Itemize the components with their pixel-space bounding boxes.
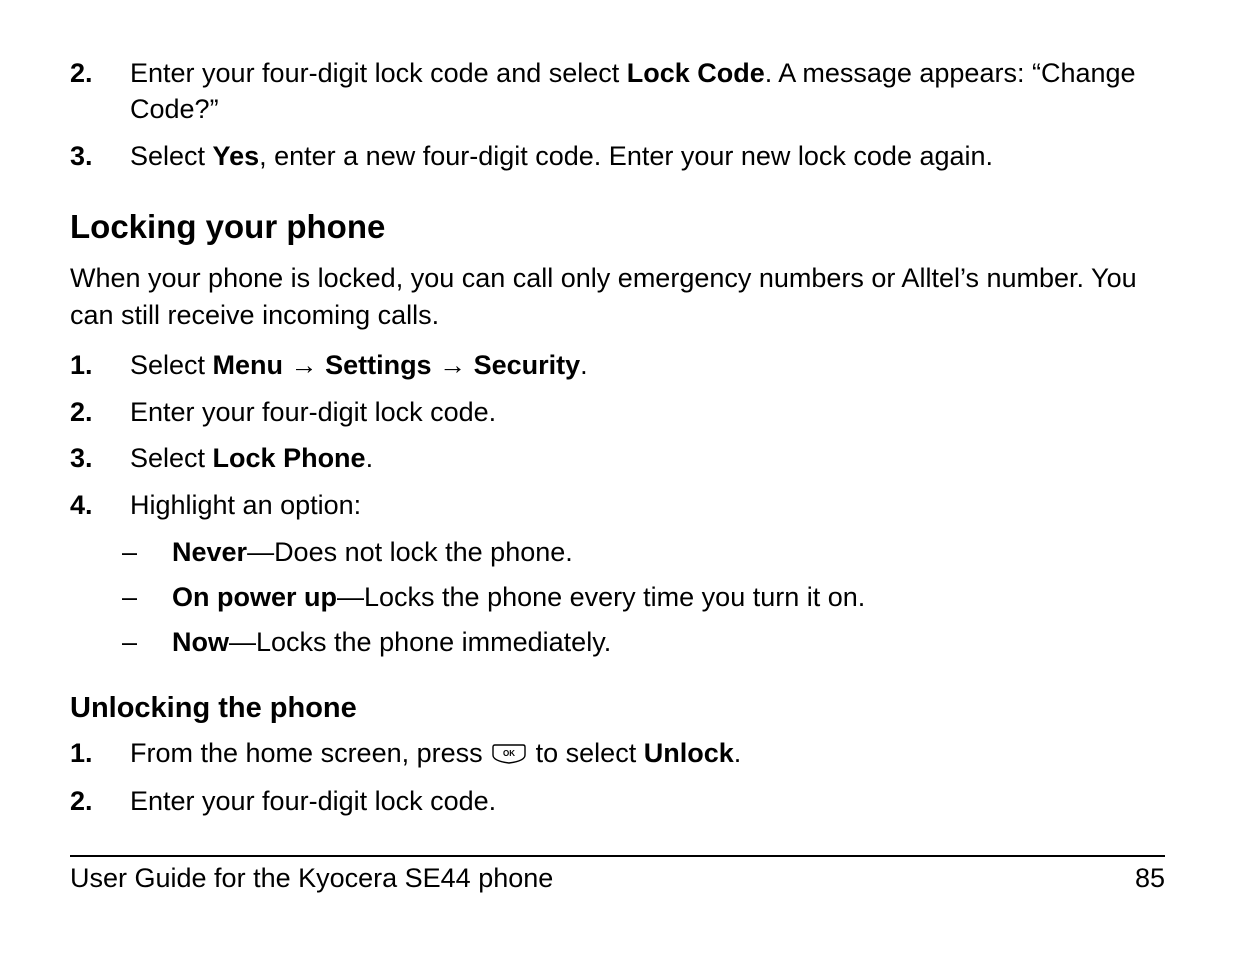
- bold-text: Now: [172, 627, 229, 657]
- list-body: Enter your four-digit lock code.: [130, 783, 1165, 819]
- list-body: Select Lock Phone.: [130, 440, 1165, 476]
- list-body: Select Yes, enter a new four-digit code.…: [130, 138, 1165, 174]
- option-sublist: – Never—Does not lock the phone. – On po…: [70, 533, 1165, 662]
- text: , enter a new four-digit code. Enter you…: [259, 141, 993, 171]
- page-number: 85: [1135, 863, 1165, 894]
- footer-line: User Guide for the Kyocera SE44 phone 85: [70, 863, 1165, 894]
- sublist-item: – Now—Locks the phone immediately.: [70, 623, 1165, 662]
- nav-item: Menu: [213, 350, 284, 380]
- list-item: 3. Select Lock Phone.: [70, 440, 1165, 476]
- list-body: Enter your four-digit lock code and sele…: [130, 55, 1165, 128]
- text: Select: [130, 350, 213, 380]
- list-number: 2.: [70, 55, 130, 128]
- section-heading-locking: Locking your phone: [70, 208, 1165, 246]
- list-item: 2. Enter your four-digit lock code.: [70, 394, 1165, 430]
- dash: –: [122, 623, 172, 662]
- arrow-icon: →: [432, 350, 474, 380]
- sublist-body: Now—Locks the phone immediately.: [172, 623, 611, 662]
- unlocking-step-list: 1. From the home screen, press OK to sel…: [70, 735, 1165, 820]
- svg-text:OK: OK: [503, 749, 515, 758]
- text: to select: [528, 738, 644, 768]
- sublist-body: On power up—Locks the phone every time y…: [172, 578, 865, 617]
- footer-rule: [70, 855, 1165, 857]
- section-intro: When your phone is locked, you can call …: [70, 260, 1165, 333]
- list-number: 1.: [70, 735, 130, 773]
- text: Highlight an option:: [130, 490, 361, 520]
- bold-text: Never: [172, 537, 247, 567]
- text: —Locks the phone immediately.: [229, 627, 611, 657]
- bold-text: Yes: [213, 141, 260, 171]
- subsection-heading-unlocking: Unlocking the phone: [70, 692, 1165, 725]
- text: —Does not lock the phone.: [247, 537, 573, 567]
- list-number: 3.: [70, 440, 130, 476]
- sublist-item: – Never—Does not lock the phone.: [70, 533, 1165, 572]
- list-item: 3. Select Yes, enter a new four-digit co…: [70, 138, 1165, 174]
- list-item: 4. Highlight an option:: [70, 487, 1165, 523]
- list-number: 3.: [70, 138, 130, 174]
- text: .: [734, 738, 742, 768]
- footer-title: User Guide for the Kyocera SE44 phone: [70, 863, 553, 894]
- bold-text: Lock Phone: [213, 443, 366, 473]
- list-item: 2. Enter your four-digit lock code.: [70, 783, 1165, 819]
- bold-text: Unlock: [644, 738, 734, 768]
- sublist-item: – On power up—Locks the phone every time…: [70, 578, 1165, 617]
- text: Select: [130, 443, 213, 473]
- list-body: Select Menu → Settings → Security.: [130, 347, 1165, 383]
- nav-item: Security: [474, 350, 581, 380]
- text: Enter your four-digit lock code and sele…: [130, 58, 627, 88]
- bold-text: On power up: [172, 582, 337, 612]
- list-item: 1. Select Menu → Settings → Security.: [70, 347, 1165, 383]
- text: From the home screen, press: [130, 738, 490, 768]
- list-body: Highlight an option:: [130, 487, 1165, 523]
- list-number: 4.: [70, 487, 130, 523]
- list-item: 2. Enter your four-digit lock code and s…: [70, 55, 1165, 128]
- list-body: From the home screen, press OK to select…: [130, 735, 1165, 773]
- nav-item: Settings: [325, 350, 432, 380]
- arrow-icon: →: [283, 350, 325, 380]
- text: Select: [130, 141, 213, 171]
- list-number: 2.: [70, 783, 130, 819]
- list-number: 1.: [70, 347, 130, 383]
- locking-step-list: 1. Select Menu → Settings → Security. 2.…: [70, 347, 1165, 662]
- ok-button-icon: OK: [492, 737, 526, 773]
- text: —Locks the phone every time you turn it …: [337, 582, 865, 612]
- dash: –: [122, 578, 172, 617]
- top-step-list: 2. Enter your four-digit lock code and s…: [70, 55, 1165, 174]
- dash: –: [122, 533, 172, 572]
- sublist-body: Never—Does not lock the phone.: [172, 533, 573, 572]
- page-footer: User Guide for the Kyocera SE44 phone 85: [70, 855, 1165, 894]
- list-number: 2.: [70, 394, 130, 430]
- document-page: 2. Enter your four-digit lock code and s…: [0, 0, 1235, 954]
- list-body: Enter your four-digit lock code.: [130, 394, 1165, 430]
- text: .: [580, 350, 588, 380]
- bold-text: Lock Code: [627, 58, 765, 88]
- list-item: 1. From the home screen, press OK to sel…: [70, 735, 1165, 773]
- text: .: [366, 443, 374, 473]
